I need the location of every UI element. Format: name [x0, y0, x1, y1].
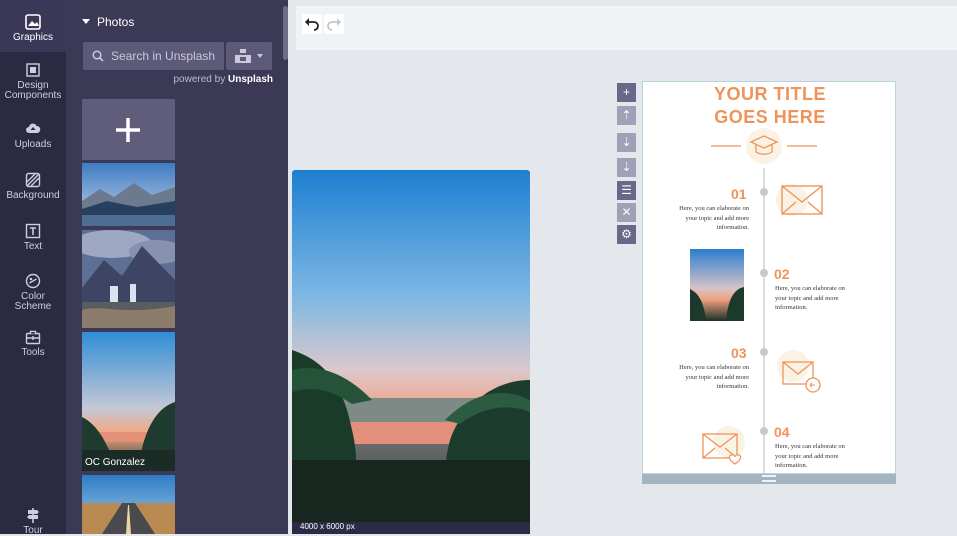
- infographic-page[interactable]: YOUR TITLE GOES HERE 01 Here, you can el…: [642, 81, 896, 474]
- envelope-heart-icon: [702, 426, 745, 465]
- photos-section-toggle[interactable]: Photos: [82, 15, 134, 29]
- envelope-icon: [776, 184, 823, 216]
- caret-down-icon: [82, 19, 90, 24]
- powered-brand: Unsplash: [227, 74, 273, 85]
- step-1-number[interactable]: 01: [731, 186, 747, 202]
- nav-tools[interactable]: Tools: [0, 329, 66, 358]
- top-toolbar: [296, 6, 957, 50]
- step-3-text[interactable]: Here, you can elaborate on your topic an…: [677, 363, 749, 392]
- sunset-palms-photo: [82, 332, 175, 471]
- plus-icon: [116, 118, 140, 142]
- nav-graphics[interactable]: Graphics: [0, 0, 66, 52]
- settings-button[interactable]: ⚙: [617, 225, 636, 244]
- search-placeholder: Search in Unsplash: [111, 49, 216, 63]
- nav-color-scheme-label: Color Scheme: [14, 291, 52, 312]
- toolbox-icon: [25, 330, 41, 345]
- infographic-title-line2[interactable]: GOES HERE: [643, 107, 895, 128]
- step-2-text[interactable]: Here, you can elaborate on your topic an…: [775, 284, 847, 313]
- layer-order-button[interactable]: ⇣: [617, 133, 636, 152]
- infographic-title-line1[interactable]: YOUR TITLE: [643, 84, 895, 105]
- photo-thumb-3[interactable]: OC Gonzalez: [82, 332, 175, 471]
- nav-design-components[interactable]: Design Components: [0, 62, 66, 101]
- timeline-dot-4: [760, 427, 768, 435]
- components-icon: [26, 63, 40, 77]
- move-up-button[interactable]: ⇡: [617, 106, 636, 125]
- duplicate-button[interactable]: ☰: [617, 181, 636, 200]
- layer-icon: ⇣: [621, 135, 632, 149]
- duplicate-icon: ☰: [621, 183, 632, 197]
- text-box-icon: [25, 223, 41, 239]
- gear-icon: ⚙: [621, 227, 632, 241]
- nav-background-label: Background: [6, 190, 60, 201]
- signpost-icon: [27, 508, 39, 523]
- drag-handle-icon: [762, 475, 776, 482]
- add-photo-button[interactable]: [82, 99, 175, 160]
- envelope-reply-icon: [777, 350, 821, 393]
- nav-text[interactable]: Text: [0, 223, 66, 252]
- nav-graphics-label: Graphics: [12, 32, 53, 43]
- image-dimensions: 4000 x 6000 px: [292, 522, 530, 534]
- undo-icon: [305, 18, 319, 31]
- timeline-dot-1: [760, 188, 768, 196]
- nav-tour[interactable]: Tour: [0, 507, 66, 536]
- step-4-text[interactable]: Here, you can elaborate on your topic an…: [775, 442, 847, 471]
- powered-prefix: powered by: [173, 74, 226, 85]
- move-up-icon: ⇡: [621, 108, 632, 122]
- photo-thumb-2[interactable]: [82, 230, 175, 328]
- left-nav-rail: Graphics Design Components Uploads Backg…: [0, 0, 66, 536]
- unsplash-search-input[interactable]: Search in Unsplash: [83, 42, 224, 70]
- photos-section-title: Photos: [97, 15, 135, 29]
- undo-button[interactable]: [302, 14, 322, 34]
- step-3-number[interactable]: 03: [731, 345, 747, 361]
- nav-text-label: Text: [23, 241, 43, 252]
- step-4-number[interactable]: 04: [774, 424, 790, 440]
- move-down-button[interactable]: ⇣: [617, 158, 636, 177]
- image-icon: [25, 14, 41, 30]
- nav-color-scheme[interactable]: Color Scheme: [0, 273, 66, 312]
- timeline-dot-3: [760, 348, 768, 356]
- photo-thumb-4[interactable]: [82, 475, 175, 534]
- waterfall-photo: [82, 230, 175, 328]
- nav-background[interactable]: Background: [0, 172, 66, 201]
- desert-road-photo: [82, 475, 175, 534]
- background-pattern-icon: [25, 172, 41, 188]
- move-down-icon: ⇣: [621, 160, 632, 174]
- sunset-palms-large-photo: [292, 170, 530, 534]
- timeline-dot-2: [760, 269, 768, 277]
- redo-icon: [327, 18, 341, 31]
- photo-credit: OC Gonzalez: [85, 457, 146, 468]
- nav-tools-label: Tools: [21, 347, 45, 358]
- graduation-cap-icon: [711, 128, 817, 164]
- photo-preview[interactable]: 4000 x 6000 px: [292, 170, 530, 534]
- powered-by-unsplash: powered by Unsplash: [174, 74, 274, 85]
- page-resize-handle[interactable]: [642, 474, 896, 484]
- redo-button[interactable]: [324, 14, 344, 34]
- nav-uploads-label: Uploads: [14, 139, 52, 150]
- panel-scrollbar[interactable]: [283, 6, 288, 60]
- search-icon: [92, 50, 104, 62]
- close-icon: ✕: [621, 205, 632, 219]
- chevron-down-icon: [257, 54, 263, 58]
- plus-icon: +: [622, 85, 630, 99]
- sunset-photo-small: [690, 249, 744, 321]
- delete-button[interactable]: ✕: [617, 203, 636, 222]
- palette-icon: [25, 273, 41, 289]
- nav-tour-label: Tour: [23, 525, 43, 536]
- nav-uploads[interactable]: Uploads: [0, 121, 66, 150]
- photo-thumb-1[interactable]: [82, 163, 175, 226]
- add-element-button[interactable]: +: [617, 83, 636, 102]
- step-2-number[interactable]: 02: [774, 266, 790, 282]
- unsplash-logo-icon: [235, 49, 251, 63]
- source-dropdown-button[interactable]: [226, 42, 272, 70]
- step-1-text[interactable]: Here, you can elaborate on your topic an…: [677, 204, 749, 233]
- nav-design-components-label: Design Components: [4, 80, 62, 101]
- cloud-upload-icon: [26, 123, 41, 133]
- mountain-lake-photo: [82, 163, 175, 226]
